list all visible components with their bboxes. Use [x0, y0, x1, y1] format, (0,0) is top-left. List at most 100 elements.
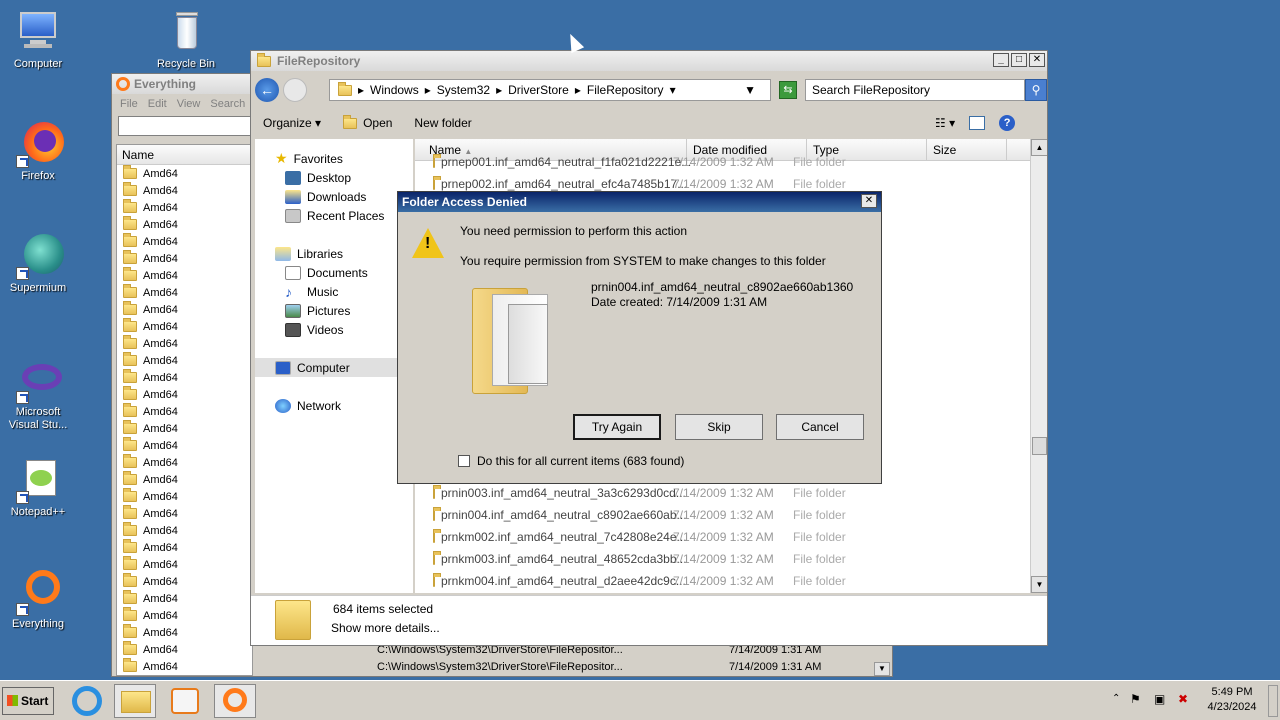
- table-row[interactable]: prnkm002.inf_amd64_neutral_7c42808e24e..…: [415, 526, 1030, 548]
- preview-pane-icon[interactable]: [969, 116, 986, 130]
- desktop-icon-computer[interactable]: Computer: [0, 8, 76, 70]
- list-item[interactable]: Amd64: [117, 216, 252, 233]
- cancel-button[interactable]: Cancel: [776, 414, 864, 440]
- skip-button[interactable]: Skip: [675, 414, 763, 440]
- list-item[interactable]: Amd64: [117, 165, 252, 182]
- list-item[interactable]: Amd64: [117, 590, 252, 607]
- menu-view[interactable]: View: [177, 98, 201, 110]
- table-row[interactable]: prnin003.inf_amd64_neutral_3a3c6293d0cd.…: [415, 482, 1030, 504]
- list-item[interactable]: Amd64: [117, 250, 252, 267]
- network-tray-icon[interactable]: ▣: [1154, 692, 1165, 706]
- refresh-button[interactable]: ⇆: [779, 81, 797, 99]
- apply-to-all-checkbox[interactable]: [458, 455, 470, 467]
- start-button[interactable]: Start: [2, 687, 54, 715]
- list-item[interactable]: C:\Windows\System32\DriverStore\FileRepo…: [377, 661, 887, 678]
- list-item[interactable]: Amd64: [117, 624, 252, 641]
- list-item[interactable]: Amd64: [117, 556, 252, 573]
- scroll-up-button[interactable]: ▲: [1031, 139, 1047, 156]
- list-item[interactable]: Amd64: [117, 658, 252, 675]
- list-item[interactable]: Amd64: [117, 573, 252, 590]
- list-item[interactable]: Amd64: [117, 539, 252, 556]
- show-more-details-link[interactable]: Show more details...: [331, 621, 440, 635]
- help-icon[interactable]: ?: [999, 115, 1016, 131]
- taskbar-explorer[interactable]: [114, 684, 156, 718]
- everything-results-list[interactable]: Name Amd64 Amd64 Amd64 Amd64 Amd64 Amd64 Amd64…: [116, 144, 253, 676]
- nav-libraries[interactable]: Libraries: [255, 244, 413, 263]
- list-item[interactable]: C:\Windows\System32\DriverStore\FileRepo…: [377, 644, 887, 661]
- volume-muted-icon[interactable]: ✖: [1178, 692, 1188, 706]
- view-options-icon[interactable]: ☷ ▾: [935, 116, 955, 130]
- list-item[interactable]: Amd64: [117, 233, 252, 250]
- desktop-icon-visual-studio[interactable]: Microsoft Visual Stu...: [0, 356, 76, 432]
- open-button[interactable]: Open: [343, 114, 392, 130]
- maximize-button[interactable]: □: [1011, 53, 1027, 67]
- list-item[interactable]: Amd64: [117, 386, 252, 403]
- nav-music[interactable]: ♪ Music: [255, 282, 413, 301]
- nav-documents[interactable]: Documents: [255, 263, 413, 282]
- taskbar-media-player[interactable]: [164, 684, 206, 718]
- forward-button[interactable]: [283, 78, 307, 102]
- search-button[interactable]: ⚲: [1025, 79, 1047, 101]
- nav-recent-places[interactable]: Recent Places: [255, 206, 413, 225]
- breadcrumb-item[interactable]: FileRepository: [587, 83, 664, 97]
- list-item[interactable]: Amd64: [117, 454, 252, 471]
- desktop-icon-everything[interactable]: Everything: [0, 568, 76, 630]
- clock[interactable]: 5:49 PM 4/23/2024: [1202, 685, 1262, 715]
- explorer-titlebar[interactable]: FileRepository _ □ ✕: [251, 51, 1047, 71]
- nav-desktop[interactable]: Desktop: [255, 168, 413, 187]
- table-row[interactable]: prnin004.inf_amd64_neutral_c8902ae660ab.…: [415, 504, 1030, 526]
- try-again-button[interactable]: Try Again: [573, 414, 661, 440]
- list-item[interactable]: Amd64: [117, 641, 252, 658]
- desktop-icon-recycle-bin[interactable]: Recycle Bin: [148, 8, 224, 70]
- list-item[interactable]: Amd64: [117, 284, 252, 301]
- minimize-button[interactable]: _: [993, 53, 1009, 67]
- list-item[interactable]: Amd64: [117, 420, 252, 437]
- list-item[interactable]: Amd64: [117, 352, 252, 369]
- nav-favorites[interactable]: ★ Favorites: [255, 149, 413, 168]
- taskbar-ie[interactable]: [66, 684, 108, 718]
- scroll-down-button[interactable]: ▼: [1031, 576, 1047, 593]
- list-item[interactable]: Amd64: [117, 267, 252, 284]
- apply-to-all-row[interactable]: Do this for all current items (683 found…: [458, 454, 684, 468]
- scrollbar-down-button[interactable]: ▼: [874, 662, 890, 676]
- list-item[interactable]: Amd64: [117, 471, 252, 488]
- list-item[interactable]: Amd64: [117, 335, 252, 352]
- taskbar-everything[interactable]: [214, 684, 256, 718]
- back-button[interactable]: ←: [255, 78, 279, 102]
- list-item[interactable]: Amd64: [117, 607, 252, 624]
- column-header-name[interactable]: Name: [117, 145, 252, 165]
- desktop-icon-supermium[interactable]: Supermium: [0, 232, 76, 294]
- address-dropdown-icon[interactable]: ▼: [744, 83, 756, 97]
- menu-file[interactable]: File: [120, 98, 138, 110]
- list-item[interactable]: Amd64: [117, 369, 252, 386]
- menu-edit[interactable]: Edit: [148, 98, 167, 110]
- list-item[interactable]: Amd64: [117, 437, 252, 454]
- search-input[interactable]: Search FileRepository: [805, 79, 1025, 101]
- close-button[interactable]: ✕: [1029, 53, 1045, 67]
- list-item[interactable]: Amd64: [117, 318, 252, 335]
- list-item[interactable]: Amd64: [117, 403, 252, 420]
- nav-pictures[interactable]: Pictures: [255, 301, 413, 320]
- breadcrumb-item[interactable]: Windows: [370, 83, 419, 97]
- list-item[interactable]: Amd64: [117, 199, 252, 216]
- list-item[interactable]: Amd64: [117, 182, 252, 199]
- nav-videos[interactable]: Videos: [255, 320, 413, 339]
- desktop-icon-firefox[interactable]: Firefox: [0, 120, 76, 182]
- organize-button[interactable]: Organize ▾: [263, 116, 321, 130]
- show-desktop-button[interactable]: [1268, 685, 1278, 717]
- scroll-thumb[interactable]: [1032, 437, 1047, 455]
- chevron-down-icon[interactable]: ▾: [670, 83, 676, 97]
- breadcrumb-item[interactable]: System32: [437, 83, 490, 97]
- folder-access-denied-dialog[interactable]: Folder Access Denied ✕ ! You need permis…: [397, 191, 882, 484]
- nav-network[interactable]: Network: [255, 396, 413, 415]
- vertical-scrollbar[interactable]: ▲ ▼: [1030, 139, 1047, 593]
- everything-search-input[interactable]: [118, 116, 253, 136]
- table-row[interactable]: prnkm003.inf_amd64_neutral_48652cda3bb..…: [415, 548, 1030, 570]
- nav-computer[interactable]: Computer: [255, 358, 413, 377]
- desktop-icon-notepadpp[interactable]: Notepad++: [0, 456, 76, 518]
- table-row[interactable]: prnkm004.inf_amd64_neutral_d2aee42dc9c..…: [415, 570, 1030, 592]
- breadcrumb-item[interactable]: DriverStore: [508, 83, 569, 97]
- action-center-icon[interactable]: ⚑: [1130, 692, 1141, 706]
- list-item[interactable]: Amd64: [117, 522, 252, 539]
- nav-downloads[interactable]: Downloads: [255, 187, 413, 206]
